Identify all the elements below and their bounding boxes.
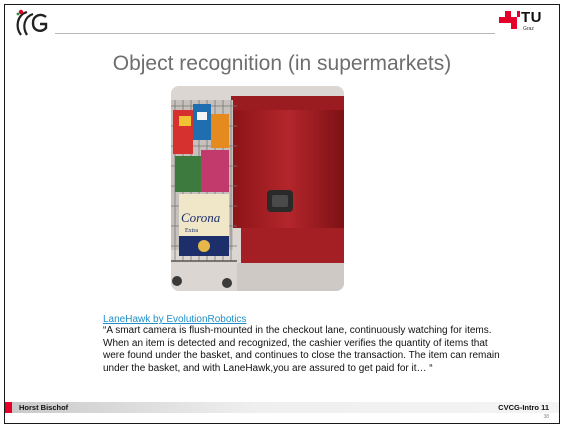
footer-bar bbox=[5, 402, 559, 413]
header-rule bbox=[55, 33, 495, 34]
institute-logo-icon bbox=[16, 9, 48, 36]
slide: TU Graz Object recognition (in supermark… bbox=[4, 4, 560, 424]
footer-author: Horst Bischof bbox=[19, 403, 69, 412]
corona-sub-text: Extra bbox=[185, 228, 198, 234]
checkout-photo: Corona Extra bbox=[171, 86, 344, 291]
page-number: 38 bbox=[543, 414, 549, 420]
footer-accent bbox=[5, 402, 12, 413]
footer-course: CVCG-Intro 11 bbox=[498, 403, 549, 412]
corona-brand-text: Corona bbox=[181, 210, 221, 225]
tu-logo-sub: Graz bbox=[523, 26, 534, 32]
lanehawk-quote: “A smart camera is flush-mounted in the … bbox=[103, 325, 500, 374]
slide-title: Object recognition (in supermarkets) bbox=[112, 52, 452, 75]
checkout-photo-illustration: Corona Extra bbox=[171, 86, 344, 291]
tu-logo-text: TU bbox=[521, 9, 542, 26]
